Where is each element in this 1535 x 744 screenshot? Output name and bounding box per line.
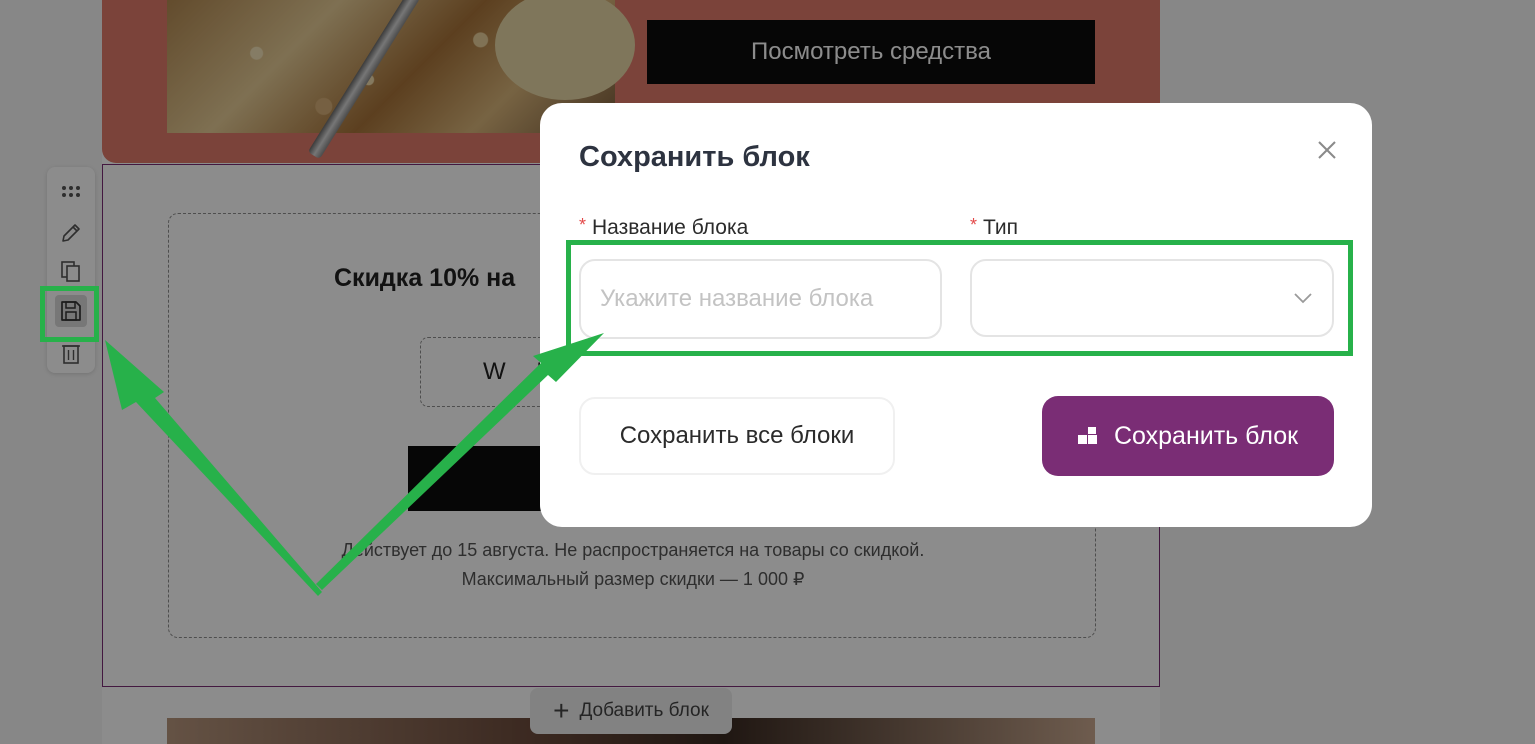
save-block-label: Сохранить блок — [1113, 421, 1299, 450]
required-mark: * — [970, 215, 978, 235]
save-all-blocks-button[interactable]: Сохранить все блоки — [579, 397, 895, 475]
block-name-label: * Название блока — [579, 215, 748, 240]
fields-highlight — [566, 240, 1353, 356]
type-label-text: Тип — [983, 216, 1019, 239]
close-icon — [1318, 141, 1336, 159]
required-mark: * — [579, 215, 587, 235]
save-block-button[interactable]: Сохранить блок — [1042, 396, 1334, 476]
close-button[interactable] — [1312, 135, 1342, 165]
block-name-label-text: Название блока — [592, 216, 749, 239]
blocks-icon — [1077, 427, 1097, 444]
type-label: * Тип — [970, 215, 1018, 240]
save-tool-highlight — [40, 286, 99, 342]
dialog-title: Сохранить блок — [579, 141, 810, 173]
